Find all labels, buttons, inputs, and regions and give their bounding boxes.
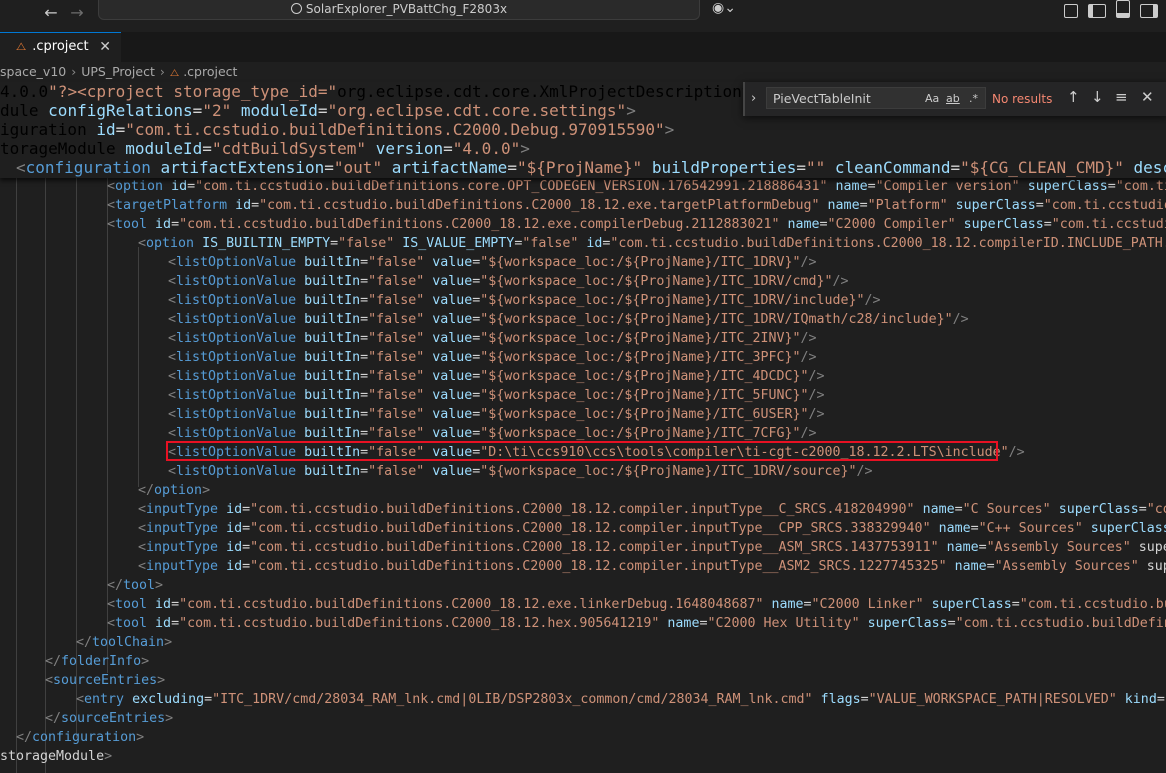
code-line[interactable]: </folderInfo> bbox=[45, 652, 149, 671]
toggle-panel-icon[interactable] bbox=[1116, 0, 1130, 18]
search-icon bbox=[290, 3, 302, 14]
arrow-right-icon[interactable]: → bbox=[66, 2, 88, 24]
code-line[interactable]: <listOptionValue builtIn="false" value="… bbox=[168, 367, 825, 386]
breadcrumb-item[interactable]: space_v10 bbox=[0, 64, 66, 79]
command-center-search[interactable]: SolarExplorer_PVBattChg_F2803x bbox=[98, 0, 700, 20]
sticky-line[interactable]: 4.0.0"?><cproject storage_type_id="org.e… bbox=[0, 82, 828, 101]
tab-label: .cproject bbox=[32, 39, 89, 54]
arrow-left-icon[interactable]: ← bbox=[40, 2, 62, 24]
highlight-box bbox=[166, 441, 998, 461]
code-line[interactable]: <option id="com.ti.ccstudio.buildDefinit… bbox=[107, 177, 1166, 196]
code-line[interactable]: <listOptionValue builtIn="false" value="… bbox=[168, 386, 825, 405]
customize-layout-icon[interactable] bbox=[1064, 4, 1078, 18]
code-line[interactable]: <listOptionValue builtIn="false" value="… bbox=[168, 348, 817, 367]
toggle-primary-sidebar-icon[interactable] bbox=[1088, 4, 1106, 18]
copilot-icon[interactable]: ◉⌄ bbox=[712, 0, 736, 16]
breadcrumb-item[interactable]: UPS_Project bbox=[81, 64, 155, 79]
sticky-line[interactable]: torageModule moduleId="cdtBuildSystem" v… bbox=[0, 139, 530, 158]
code-line[interactable]: <inputType id="com.ti.ccstudio.buildDefi… bbox=[138, 557, 1166, 576]
find-widget: › PieVectTableInit Aa ab .* No results ↑… bbox=[743, 82, 1166, 116]
breadcrumb-item[interactable]: .cproject bbox=[183, 64, 237, 79]
whole-word-icon[interactable]: ab bbox=[946, 92, 960, 105]
code-line[interactable]: <inputType id="com.ti.ccstudio.buildDefi… bbox=[138, 538, 1166, 557]
chevron-right-icon[interactable]: › bbox=[751, 91, 756, 106]
find-status: No results bbox=[992, 92, 1053, 106]
code-line[interactable]: </sourceEntries> bbox=[45, 709, 173, 728]
code-line[interactable]: <listOptionValue builtIn="false" value="… bbox=[168, 310, 969, 329]
code-editor[interactable]: <option id="com.ti.ccstudio.buildDefinit… bbox=[0, 82, 1166, 773]
code-line[interactable]: <inputType id="com.ti.ccstudio.buildDefi… bbox=[138, 519, 1166, 538]
code-line[interactable]: <listOptionValue builtIn="false" value="… bbox=[168, 405, 825, 424]
code-line[interactable]: <targetPlatform id="com.ti.ccstudio.buil… bbox=[107, 196, 1166, 215]
code-line[interactable]: </configuration> bbox=[16, 728, 144, 747]
rss-icon: ⧍ bbox=[16, 40, 27, 53]
arrow-up-icon[interactable]: ↑ bbox=[1067, 88, 1080, 106]
code-line[interactable]: <tool id="com.ti.ccstudio.buildDefinitio… bbox=[107, 215, 1166, 234]
close-icon[interactable]: ✕ bbox=[99, 33, 111, 61]
match-case-icon[interactable]: Aa bbox=[925, 92, 939, 105]
rss-icon: ⧍ bbox=[169, 68, 180, 79]
command-center-label: SolarExplorer_PVBattChg_F2803x bbox=[305, 2, 508, 16]
chevron-right-icon: › bbox=[71, 64, 77, 79]
sticky-line[interactable]: dule configRelations="2" moduleId="org.e… bbox=[0, 101, 636, 120]
code-line[interactable]: <listOptionValue builtIn="false" value="… bbox=[168, 291, 881, 310]
breadcrumb: space_v10 › UPS_Project › ⧍ .cproject bbox=[0, 62, 1166, 82]
code-line[interactable]: <tool id="com.ti.ccstudio.buildDefinitio… bbox=[107, 595, 1166, 614]
tab-cproject[interactable]: ⧍ .cproject ✕ bbox=[0, 32, 121, 63]
code-line[interactable]: <entry excluding="ITC_1DRV/cmd/28034_RAM… bbox=[76, 690, 1166, 709]
code-line[interactable]: <option IS_BUILTIN_EMPTY="false" IS_VALU… bbox=[138, 234, 1166, 253]
close-icon[interactable]: ✕ bbox=[1141, 88, 1154, 106]
code-line[interactable]: </tool> bbox=[107, 576, 163, 595]
sticky-line[interactable]: iguration id="com.ti.ccstudio.buildDefin… bbox=[0, 120, 674, 139]
code-line[interactable]: <listOptionValue builtIn="false" value="… bbox=[168, 462, 873, 481]
indent-guide bbox=[138, 247, 139, 487]
code-line[interactable]: </option> bbox=[138, 481, 210, 500]
find-in-selection-icon[interactable]: ≡ bbox=[1115, 88, 1128, 106]
code-line[interactable]: <listOptionValue builtIn="false" value="… bbox=[168, 329, 817, 348]
code-line[interactable]: <listOptionValue builtIn="false" value="… bbox=[168, 253, 817, 272]
code-line[interactable]: <tool id="com.ti.ccstudio.buildDefinitio… bbox=[107, 614, 1166, 633]
sticky-line[interactable]: <configuration artifactExtension="out" a… bbox=[16, 158, 1166, 177]
editor-tab-bar: ⧍ .cproject ✕ bbox=[0, 32, 1166, 63]
code-line[interactable]: storageModule> bbox=[0, 747, 112, 766]
chevron-right-icon: › bbox=[159, 64, 165, 79]
regex-icon[interactable]: .* bbox=[969, 92, 978, 105]
layout-controls bbox=[1054, 0, 1158, 22]
toggle-secondary-sidebar-icon[interactable] bbox=[1140, 4, 1158, 18]
code-line[interactable]: </toolChain> bbox=[76, 633, 172, 652]
title-bar: ← → SolarExplorer_PVBattChg_F2803x ◉⌄ bbox=[0, 0, 1166, 33]
arrow-down-icon[interactable]: ↓ bbox=[1091, 88, 1104, 106]
indent-guide bbox=[16, 178, 17, 773]
code-line[interactable]: <sourceEntries> bbox=[45, 671, 165, 690]
code-line[interactable]: <inputType id="com.ti.ccstudio.buildDefi… bbox=[138, 500, 1166, 519]
code-line[interactable]: <listOptionValue builtIn="false" value="… bbox=[168, 272, 849, 291]
